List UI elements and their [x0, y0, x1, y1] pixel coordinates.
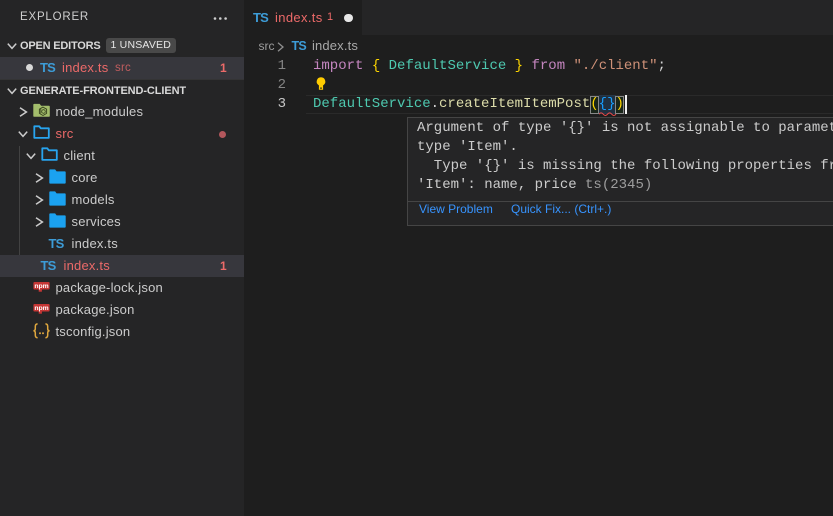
- svg-text:npm: npm: [34, 283, 48, 290]
- svg-text:npm: npm: [34, 305, 48, 312]
